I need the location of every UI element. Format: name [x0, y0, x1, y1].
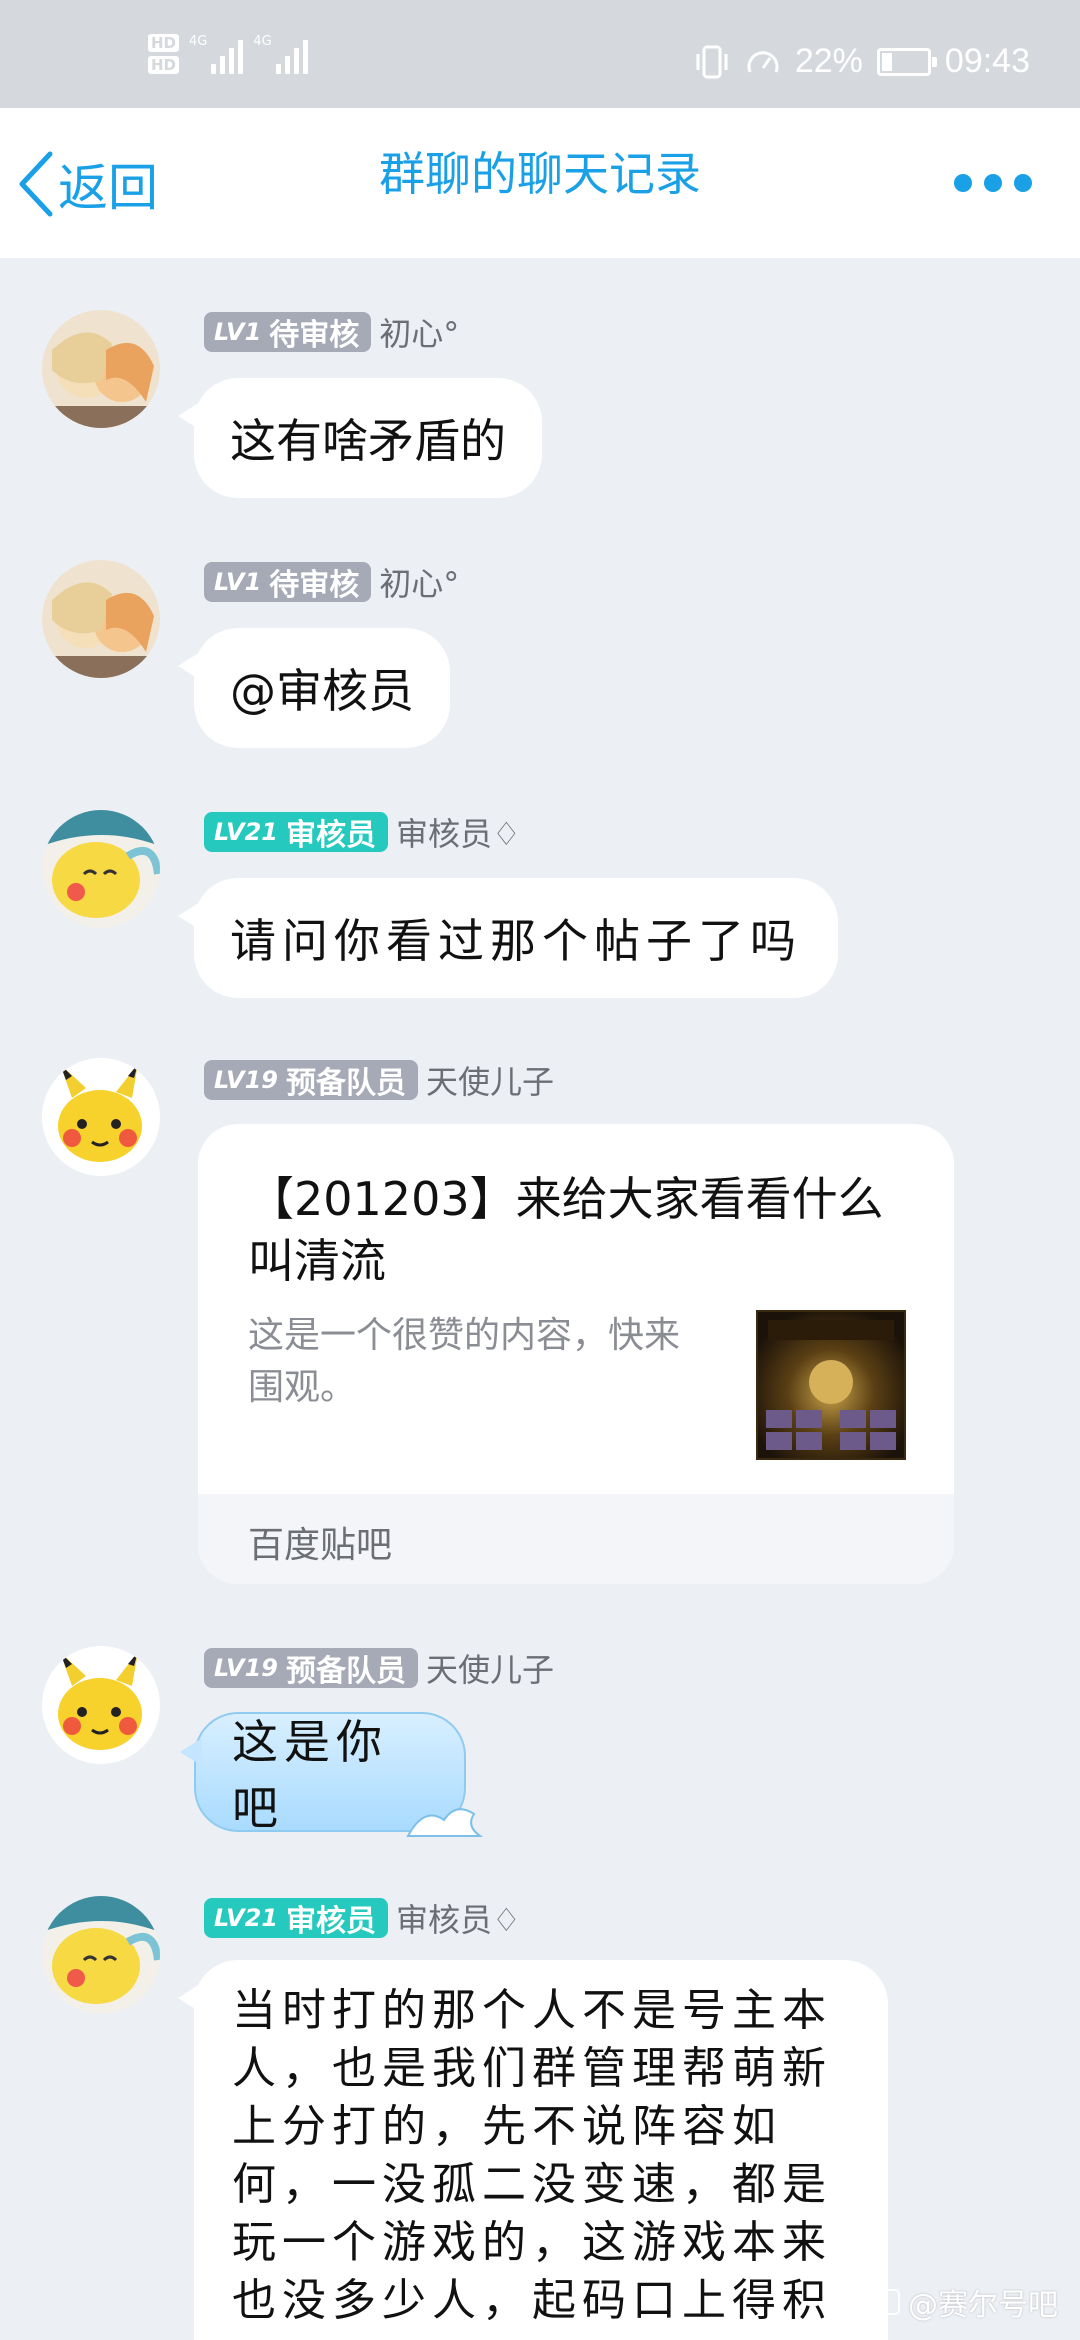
page-title: 群聊的聊天记录 [379, 147, 701, 201]
message-bubble[interactable]: @审核员 [178, 628, 450, 748]
level-badge: LV19 预备队员 [204, 1060, 418, 1101]
message-text: 这是你吧 [232, 1715, 388, 1835]
message-text: @审核员 [230, 664, 414, 718]
message-bubble[interactable]: 这有啥矛盾的 [178, 378, 542, 498]
sender-nickname: 天使儿子 [425, 1651, 554, 1689]
clock: 09:43 [944, 42, 1030, 80]
message-text: 这有啥矛盾的 [230, 414, 506, 468]
card-source: 百度贴吧 [248, 1525, 393, 1566]
signal-indicators: HD HD 4G 4G [148, 34, 308, 74]
app-header: 返回 群聊的聊天记录 [0, 108, 1080, 258]
level-badge: LV19 预备队员 [204, 1648, 418, 1689]
sender-meta: LV21 审核员 审核员♢ [204, 1896, 521, 1940]
level-badge: LV21 审核员 [204, 1898, 388, 1939]
level-badge: LV1 待审核 [204, 312, 372, 353]
card-title: 【201203】来给大家看看什么叫清流 [248, 1172, 884, 1288]
battery-icon [876, 47, 937, 76]
message-text: 请问你看过那个帖子了吗 [230, 914, 802, 968]
avatar[interactable] [42, 310, 160, 428]
sender-nickname: 天使儿子 [425, 1063, 554, 1101]
message-text: 当时打的那个人不是号主本人，也是我们群管理帮萌新上分打的，先不说阵容如何，一没孤… [232, 1985, 832, 2326]
sender-nickname: 审核员♢ [395, 815, 521, 853]
watermark: @赛尔号吧 [870, 2280, 1058, 2324]
tieba-icon [870, 2289, 900, 2315]
sender-nickname: 初心° [379, 565, 460, 603]
signal-icon: 4G [253, 34, 308, 74]
avatar[interactable] [42, 1646, 160, 1764]
sender-meta: LV1 待审核 初心° [204, 310, 459, 354]
level-badge: LV1 待审核 [204, 562, 372, 603]
watermark-text: @赛尔号吧 [908, 2288, 1058, 2323]
network-type-label: 4G [189, 34, 208, 49]
card-footer: 百度贴吧 [198, 1494, 954, 1584]
speed-gauge-icon [747, 50, 779, 73]
avatar[interactable] [42, 810, 160, 928]
vibrate-icon [696, 45, 728, 78]
sender-meta: LV21 审核员 审核员♢ [204, 810, 521, 854]
hd-icon: HD [148, 34, 180, 52]
sender-meta: LV19 预备队员 天使儿子 [204, 1646, 554, 1690]
status-right: 22% 09:43 [693, 42, 1030, 81]
message-bubble[interactable]: 请问你看过那个帖子了吗 [178, 878, 838, 998]
hd-icons: HD HD [148, 34, 180, 74]
level-badge: LV21 审核员 [204, 812, 388, 853]
battery-percent: 22% [794, 42, 863, 80]
sender-nickname: 初心° [379, 315, 460, 353]
link-card[interactable]: 【201203】来给大家看看什么叫清流 这是一个很赞的内容，快来围观。 百度贴吧 [198, 1124, 954, 1584]
network-type-label: 4G [253, 34, 272, 49]
signal-icon: 4G [189, 34, 244, 74]
hd-icon: HD [148, 56, 180, 74]
avatar[interactable] [42, 1058, 160, 1176]
status-bar: HD HD 4G 4G 22% 09:43 [0, 0, 1080, 108]
card-description: 这是一个很赞的内容，快来围观。 [248, 1315, 681, 1408]
sender-nickname: 审核员♢ [395, 1901, 521, 1939]
avatar[interactable] [42, 1896, 160, 2014]
wave-decoration-icon [406, 1808, 484, 1837]
avatar[interactable] [42, 560, 160, 678]
message-bubble[interactable]: 这是你吧 [180, 1712, 484, 1837]
sender-meta: LV19 预备队员 天使儿子 [204, 1058, 554, 1102]
message-bubble[interactable]: 当时打的那个人不是号主本人，也是我们群管理帮萌新上分打的，先不说阵容如何，一没孤… [178, 1960, 888, 2340]
sender-meta: LV1 待审核 初心° [204, 560, 459, 604]
card-thumbnail [756, 1310, 906, 1460]
more-options-icon[interactable] [954, 174, 1032, 192]
